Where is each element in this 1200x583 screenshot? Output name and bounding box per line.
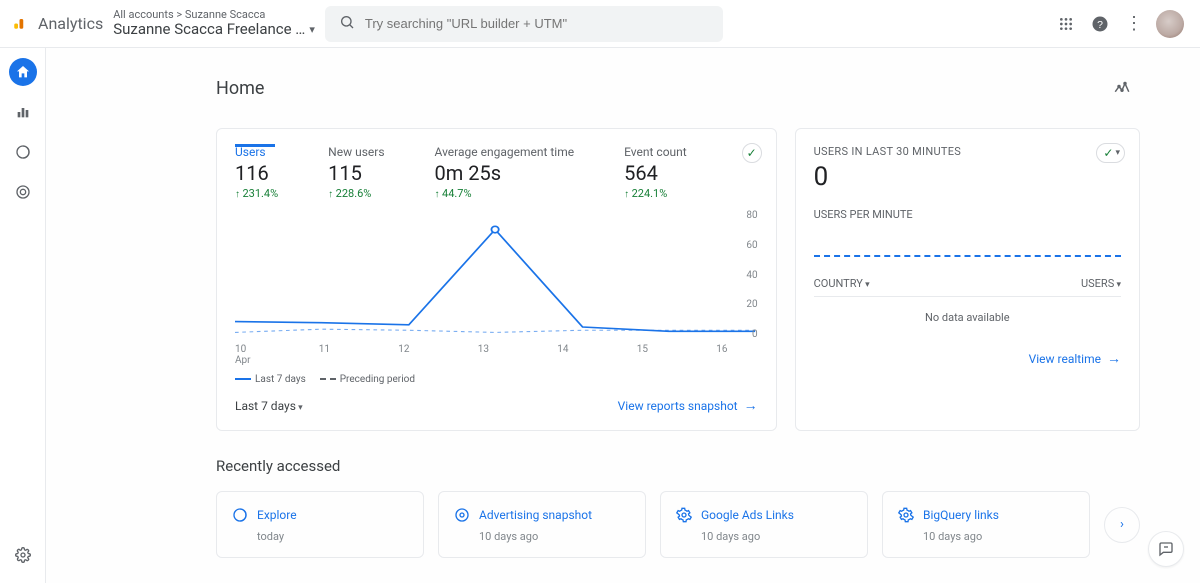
- account-avatar[interactable]: [1156, 10, 1184, 38]
- realtime-quality-badge[interactable]: ✓ ▾: [1096, 143, 1125, 163]
- metric-users[interactable]: Users116231.4%: [235, 145, 278, 200]
- nav-advertising[interactable]: [9, 178, 37, 206]
- view-reports-snapshot-link[interactable]: View reports snapshot →: [618, 397, 758, 414]
- insights-button[interactable]: [1104, 70, 1140, 106]
- search-input[interactable]: [365, 16, 709, 31]
- nav-home[interactable]: [9, 58, 37, 86]
- view-realtime-link[interactable]: View realtime →: [1029, 350, 1121, 367]
- app-header: Analytics All accounts > Suzanne Scacca …: [0, 0, 1200, 48]
- search-icon: [339, 14, 355, 34]
- product-brand[interactable]: Analytics: [12, 13, 103, 35]
- page-title: Home: [216, 78, 1104, 99]
- users-trend-chart: 806040200: [235, 210, 758, 340]
- realtime-no-data: No data available: [814, 311, 1121, 324]
- recently-accessed-heading: Recently accessed: [216, 457, 1140, 475]
- realtime-users-value: 0: [814, 162, 1121, 192]
- left-nav-rail: [0, 48, 46, 583]
- recent-card-advertising-snapshot[interactable]: Advertising snapshot10 days ago: [438, 491, 646, 558]
- nav-reports[interactable]: [9, 98, 37, 126]
- realtime-users-header[interactable]: USERS: [1081, 277, 1121, 290]
- more-vert-icon[interactable]: ⋮: [1122, 12, 1146, 36]
- date-range-selector[interactable]: Last 7 days: [235, 399, 303, 413]
- users-per-minute-chart: [814, 231, 1121, 257]
- metric-new-users[interactable]: New users115228.6%: [328, 145, 384, 200]
- property-selector[interactable]: All accounts > Suzanne Scacca Suzanne Sc…: [113, 9, 315, 38]
- product-name: Analytics: [38, 14, 103, 33]
- arrow-right-icon: →: [1107, 350, 1121, 367]
- recent-card-explore[interactable]: Exploretoday: [216, 491, 424, 558]
- ads-icon: [453, 506, 471, 524]
- main-content: Home Users116231.4% New users115228.6% Ave…: [46, 48, 1200, 583]
- recent-card-google-ads-links[interactable]: Google Ads Links10 days ago: [660, 491, 868, 558]
- arrow-right-icon: →: [744, 397, 758, 414]
- chevron-down-icon: ▾: [309, 24, 315, 36]
- search-bar[interactable]: [325, 6, 723, 42]
- apps-icon[interactable]: [1054, 12, 1078, 36]
- explore-icon: [231, 506, 249, 524]
- gear-icon: [897, 506, 915, 524]
- nav-admin[interactable]: [9, 541, 37, 569]
- recent-more-button[interactable]: ›: [1104, 507, 1140, 543]
- overview-card: Users116231.4% New users115228.6% Average …: [216, 128, 777, 431]
- metric-average-engagement-time[interactable]: Average engagement time0m 25s44.7%: [435, 145, 575, 200]
- chevron-right-icon: ›: [1120, 517, 1124, 532]
- gear-icon: [675, 506, 693, 524]
- nav-explore[interactable]: [9, 138, 37, 166]
- analytics-logo-icon: [12, 13, 30, 35]
- metric-event-count[interactable]: Event count564224.1%: [624, 145, 687, 200]
- property-name: Suzanne Scacca Freelance …: [113, 21, 305, 38]
- recent-card-bigquery-links[interactable]: BigQuery links10 days ago: [882, 491, 1090, 558]
- users-per-minute-label: USERS PER MINUTE: [814, 208, 1121, 221]
- help-icon[interactable]: ?: [1088, 12, 1112, 36]
- realtime-country-header[interactable]: COUNTRY: [814, 277, 870, 290]
- svg-text:?: ?: [1097, 18, 1103, 30]
- data-quality-badge[interactable]: ✓: [742, 143, 762, 163]
- feedback-button[interactable]: [1148, 531, 1184, 567]
- realtime-title: USERS IN LAST 30 MINUTES: [814, 145, 1121, 158]
- realtime-card: USERS IN LAST 30 MINUTES ✓ ▾ 0 USERS PER…: [795, 128, 1140, 431]
- legend-current: Last 7 days: [255, 374, 306, 385]
- legend-previous: Preceding period: [340, 374, 415, 385]
